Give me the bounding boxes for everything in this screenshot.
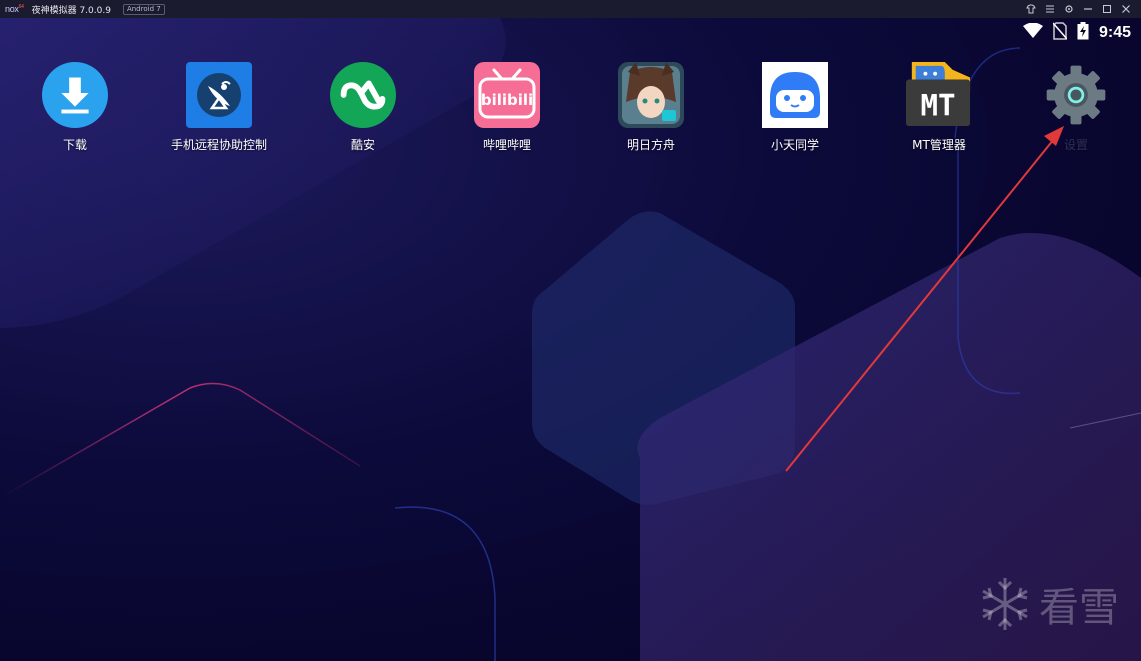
watermark-text: 看雪 (1039, 585, 1119, 631)
app-label: 设置 (1063, 138, 1088, 152)
download-icon (42, 62, 108, 128)
window-title: 夜神模拟器 7.0.0.9 (31, 5, 111, 16)
svg-text:bilibili: bilibili (481, 91, 533, 109)
app-coolapk[interactable]: 酷安 (298, 62, 428, 153)
minimize-icon[interactable] (1083, 4, 1093, 14)
app-settings[interactable]: 设置 (1011, 62, 1141, 153)
app-bilibili[interactable]: bilibili 哔哩哔哩 (442, 62, 572, 153)
app-label: MT管理器 (912, 138, 966, 152)
kanxue-watermark: 看雪 (979, 575, 1119, 633)
window-controls (1026, 0, 1131, 18)
settings-gear-icon (1043, 62, 1109, 128)
xiaotian-icon (762, 62, 828, 128)
satellite-dish-icon (186, 62, 252, 128)
app-label: 明日方舟 (626, 138, 675, 152)
app-label: 哔哩哔哩 (482, 138, 531, 152)
app-label: 下载 (62, 138, 87, 152)
skin-icon[interactable] (1026, 4, 1036, 14)
clock: 9:45 (1098, 24, 1131, 41)
no-sim-icon (1052, 21, 1068, 45)
app-mt-manager[interactable]: MT MT管理器 (874, 62, 1004, 153)
android-home-screen[interactable]: 9:45 下载 手机远程协助控制 酷安 bilibili 哔哩哔哩 明日方舟 小… (0, 18, 1141, 661)
app-download[interactable]: 下载 (10, 62, 140, 153)
menu-icon[interactable] (1045, 4, 1055, 14)
app-label: 小天同学 (770, 138, 819, 152)
gear-icon[interactable] (1064, 4, 1074, 14)
bilibili-icon: bilibili (474, 62, 540, 128)
app-xiaotian[interactable]: 小天同学 (730, 62, 860, 153)
arknights-icon (618, 62, 684, 128)
maximize-icon[interactable] (1102, 4, 1112, 14)
app-remote-control[interactable]: 手机远程协助控制 (154, 62, 284, 153)
coolapk-icon (330, 62, 396, 128)
android-version-badge: Android 7 (122, 3, 165, 15)
app-arknights[interactable]: 明日方舟 (586, 62, 716, 153)
title-bar[interactable]: nox64 夜神模拟器 7.0.0.9 Android 7 (0, 0, 1141, 18)
battery-charging-icon (1077, 21, 1089, 45)
emulator-window: nox64 夜神模拟器 7.0.0.9 Android 7 9:45 下载 手机… (0, 0, 1141, 661)
mt-manager-icon: MT (906, 62, 972, 128)
wifi-icon (1022, 22, 1043, 44)
app-label: 酷安 (350, 138, 375, 152)
status-bar: 9:45 (1022, 21, 1131, 45)
snowflake-icon (982, 578, 1028, 630)
svg-text:MT: MT (920, 88, 955, 122)
nox-logo: nox64 (5, 4, 24, 14)
close-icon[interactable] (1121, 4, 1131, 14)
app-label: 手机远程协助控制 (170, 138, 267, 152)
